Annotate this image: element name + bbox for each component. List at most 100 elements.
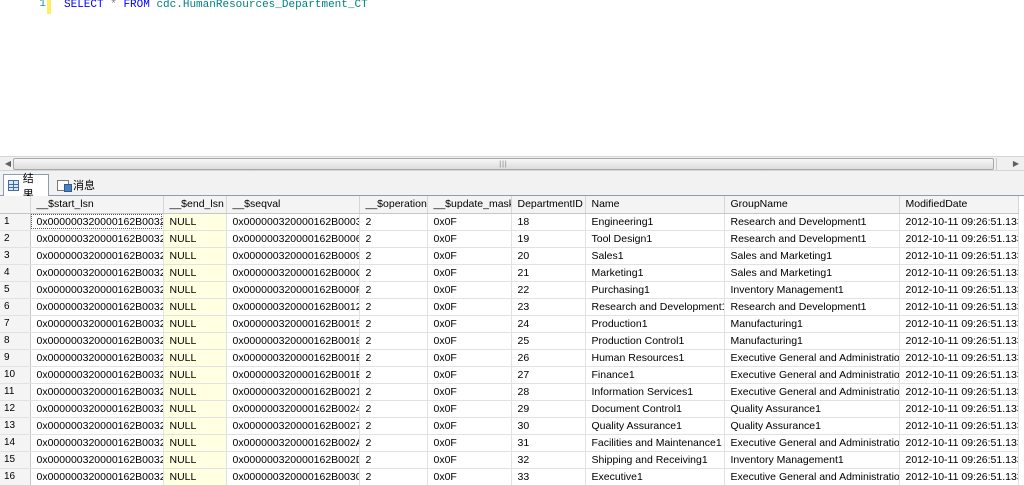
department-id-cell[interactable]: 24 (511, 315, 586, 333)
end-lsn-cell[interactable]: NULL (163, 434, 227, 452)
department-id-cell[interactable]: 32 (511, 451, 586, 469)
row-number[interactable]: 1 (0, 213, 31, 231)
column-header[interactable]: __$update_mask (427, 196, 512, 214)
table-row[interactable]: 14 0x000000320000162B0032 NULL 0x0000003200… (0, 434, 1019, 452)
update-mask-cell[interactable]: 0x0F (427, 247, 512, 265)
operation-cell[interactable]: 2 (359, 332, 428, 350)
update-mask-cell[interactable]: 0x0F (427, 230, 512, 248)
group-name-cell[interactable]: Manufacturing1 (724, 332, 900, 350)
department-id-cell[interactable]: 20 (511, 247, 586, 265)
start-lsn-cell[interactable]: 0x000000320000162B0032 (30, 383, 164, 401)
modified-date-cell[interactable]: 2012-10-11 09:26:51.133 (899, 349, 1019, 367)
update-mask-cell[interactable]: 0x0F (427, 264, 512, 282)
operation-cell[interactable]: 2 (359, 247, 428, 265)
results-grid[interactable]: __$start_lsn __$end_lsn __$seqval __$ope… (0, 196, 1024, 485)
modified-date-cell[interactable]: 2012-10-11 09:26:51.133 (899, 247, 1019, 265)
department-id-cell[interactable]: 29 (511, 400, 586, 418)
seqval-cell[interactable]: 0x000000320000162B0009 (226, 247, 360, 265)
start-lsn-cell[interactable]: 0x000000320000162B0032 (30, 230, 164, 248)
update-mask-cell[interactable]: 0x0F (427, 468, 512, 485)
group-name-cell[interactable]: Quality Assurance1 (724, 417, 900, 435)
operation-cell[interactable]: 2 (359, 366, 428, 384)
end-lsn-cell[interactable]: NULL (163, 332, 227, 350)
update-mask-cell[interactable]: 0x0F (427, 298, 512, 316)
row-number[interactable]: 5 (0, 281, 31, 299)
column-header[interactable]: __$operation (359, 196, 428, 214)
start-lsn-cell[interactable]: 0x000000320000162B0032 (30, 366, 164, 384)
table-row[interactable]: 5 0x000000320000162B0032 NULL 0x00000032000… (0, 281, 1019, 299)
modified-date-cell[interactable]: 2012-10-11 09:26:51.133 (899, 281, 1019, 299)
row-number[interactable]: 6 (0, 298, 31, 316)
group-name-cell[interactable]: Executive General and Administration1 (724, 349, 900, 367)
column-header[interactable]: __$start_lsn (30, 196, 164, 214)
seqval-cell[interactable]: 0x000000320000162B000C (226, 264, 360, 282)
name-cell[interactable]: Finance1 (585, 366, 725, 384)
operation-cell[interactable]: 2 (359, 468, 428, 485)
table-row[interactable]: 3 0x000000320000162B0032 NULL 0x00000032000… (0, 247, 1019, 265)
group-name-cell[interactable]: Sales and Marketing1 (724, 264, 900, 282)
start-lsn-cell[interactable]: 0x000000320000162B0032 (30, 281, 164, 299)
operation-cell[interactable]: 2 (359, 213, 428, 231)
column-header[interactable]: DepartmentID (511, 196, 586, 214)
seqval-cell[interactable]: 0x000000320000162B0021 (226, 383, 360, 401)
table-row[interactable]: 1 0x000000320000162B0032 NULL 0x00000032000… (0, 213, 1019, 231)
table-row[interactable]: 11 0x000000320000162B0032 NULL 0x0000003200… (0, 383, 1019, 401)
tab-messages[interactable]: 消息 (53, 174, 103, 196)
row-number[interactable]: 14 (0, 434, 31, 452)
update-mask-cell[interactable]: 0x0F (427, 451, 512, 469)
row-number[interactable]: 7 (0, 315, 31, 333)
column-header[interactable]: ModifiedDate (899, 196, 1019, 214)
modified-date-cell[interactable]: 2012-10-11 09:26:51.133 (899, 213, 1019, 231)
row-number[interactable]: 12 (0, 400, 31, 418)
department-id-cell[interactable]: 25 (511, 332, 586, 350)
start-lsn-cell[interactable]: 0x000000320000162B0032 (30, 247, 164, 265)
name-cell[interactable]: Sales1 (585, 247, 725, 265)
operation-cell[interactable]: 2 (359, 400, 428, 418)
table-row[interactable]: 12 0x000000320000162B0032 NULL 0x0000003200… (0, 400, 1019, 418)
group-name-cell[interactable]: Executive General and Administration1 (724, 383, 900, 401)
seqval-cell[interactable]: 0x000000320000162B0006 (226, 230, 360, 248)
update-mask-cell[interactable]: 0x0F (427, 281, 512, 299)
group-name-cell[interactable]: Executive General and Administration1 (724, 434, 900, 452)
start-lsn-cell[interactable]: 0x000000320000162B0032 (30, 451, 164, 469)
modified-date-cell[interactable]: 2012-10-11 09:26:51.133 (899, 230, 1019, 248)
group-name-cell[interactable]: Inventory Management1 (724, 281, 900, 299)
start-lsn-cell[interactable]: 0x000000320000162B0032 (30, 400, 164, 418)
update-mask-cell[interactable]: 0x0F (427, 315, 512, 333)
update-mask-cell[interactable]: 0x0F (427, 434, 512, 452)
update-mask-cell[interactable]: 0x0F (427, 349, 512, 367)
row-number[interactable]: 16 (0, 468, 31, 485)
end-lsn-cell[interactable]: NULL (163, 247, 227, 265)
name-cell[interactable]: Engineering1 (585, 213, 725, 231)
row-number[interactable]: 9 (0, 349, 31, 367)
seqval-cell[interactable]: 0x000000320000162B0018 (226, 332, 360, 350)
end-lsn-cell[interactable]: NULL (163, 315, 227, 333)
modified-date-cell[interactable]: 2012-10-11 09:26:51.133 (899, 366, 1019, 384)
table-row[interactable]: 9 0x000000320000162B0032 NULL 0x00000032000… (0, 349, 1019, 367)
end-lsn-cell[interactable]: NULL (163, 451, 227, 469)
modified-date-cell[interactable]: 2012-10-11 09:26:51.133 (899, 383, 1019, 401)
operation-cell[interactable]: 2 (359, 315, 428, 333)
seqval-cell[interactable]: 0x000000320000162B0015 (226, 315, 360, 333)
row-number[interactable]: 15 (0, 451, 31, 469)
table-row[interactable]: 4 0x000000320000162B0032 NULL 0x00000032000… (0, 264, 1019, 282)
end-lsn-cell[interactable]: NULL (163, 366, 227, 384)
table-row[interactable]: 15 0x000000320000162B0032 NULL 0x0000003200… (0, 451, 1019, 469)
modified-date-cell[interactable]: 2012-10-11 09:26:51.133 (899, 315, 1019, 333)
seqval-cell[interactable]: 0x000000320000162B0030 (226, 468, 360, 485)
column-header[interactable]: __$seqval (226, 196, 360, 214)
group-name-cell[interactable]: Research and Development1 (724, 298, 900, 316)
row-number[interactable]: 10 (0, 366, 31, 384)
update-mask-cell[interactable]: 0x0F (427, 213, 512, 231)
operation-cell[interactable]: 2 (359, 434, 428, 452)
department-id-cell[interactable]: 27 (511, 366, 586, 384)
group-name-cell[interactable]: Research and Development1 (724, 230, 900, 248)
table-row[interactable]: 6 0x000000320000162B0032 NULL 0x00000032000… (0, 298, 1019, 316)
row-number[interactable]: 8 (0, 332, 31, 350)
start-lsn-cell[interactable]: 0x000000320000162B0032 (30, 213, 164, 231)
department-id-cell[interactable]: 30 (511, 417, 586, 435)
name-cell[interactable]: Executive1 (585, 468, 725, 485)
seqval-cell[interactable]: 0x000000320000162B0024 (226, 400, 360, 418)
query-text[interactable]: SELECT * FROM cdc.HumanResources_Departm… (64, 0, 368, 11)
name-cell[interactable]: Document Control1 (585, 400, 725, 418)
